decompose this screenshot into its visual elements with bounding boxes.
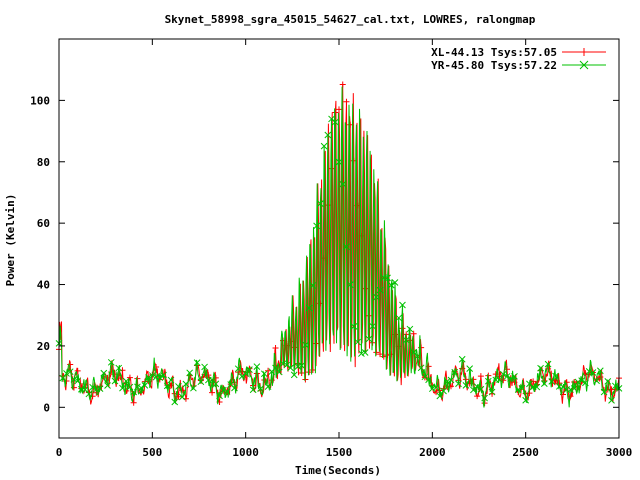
legend: XL-44.13 Tsys:57.05YR-45.80 Tsys:57.22 <box>431 46 606 72</box>
y-tick-label: 20 <box>37 340 50 353</box>
x-axis-label: Time(Seconds) <box>295 464 381 477</box>
data-point <box>477 373 484 380</box>
data-point <box>410 330 417 337</box>
x-tick-label: 2000 <box>419 446 446 459</box>
x-tick-label: 1500 <box>326 446 353 459</box>
y-tick-label: 0 <box>43 401 50 414</box>
data-point <box>209 389 216 396</box>
legend-marker <box>580 48 588 56</box>
data-point <box>474 393 481 400</box>
data-point <box>608 397 615 404</box>
chart: Skynet_58998_sgra_45015_54627_cal.txt, L… <box>4 13 633 477</box>
x-tick-label: 0 <box>56 446 63 459</box>
data-point <box>604 377 612 385</box>
y-axis-label: Power (Kelvin) <box>4 194 17 287</box>
data-point <box>272 344 279 351</box>
y-tick-label: 80 <box>37 156 50 169</box>
y-tick-label: 40 <box>37 279 50 292</box>
legend-label: YR-45.80 Tsys:57.22 <box>431 59 557 72</box>
x-tick-label: 2500 <box>512 446 539 459</box>
y-tick-label: 60 <box>37 217 50 230</box>
data-point <box>302 376 309 383</box>
series-yr <box>55 86 623 408</box>
x-tick-label: 1000 <box>232 446 259 459</box>
data-point <box>336 106 342 113</box>
data-point <box>343 98 350 105</box>
x-tick-label: 500 <box>142 446 162 459</box>
legend-label: XL-44.13 Tsys:57.05 <box>431 46 557 59</box>
data-point <box>339 81 346 88</box>
chart-title: Skynet_58998_sgra_45015_54627_cal.txt, L… <box>165 13 536 26</box>
y-tick-label: 100 <box>30 94 50 107</box>
series-line <box>58 86 620 408</box>
x-tick-label: 3000 <box>606 446 633 459</box>
series-layer <box>55 81 623 408</box>
